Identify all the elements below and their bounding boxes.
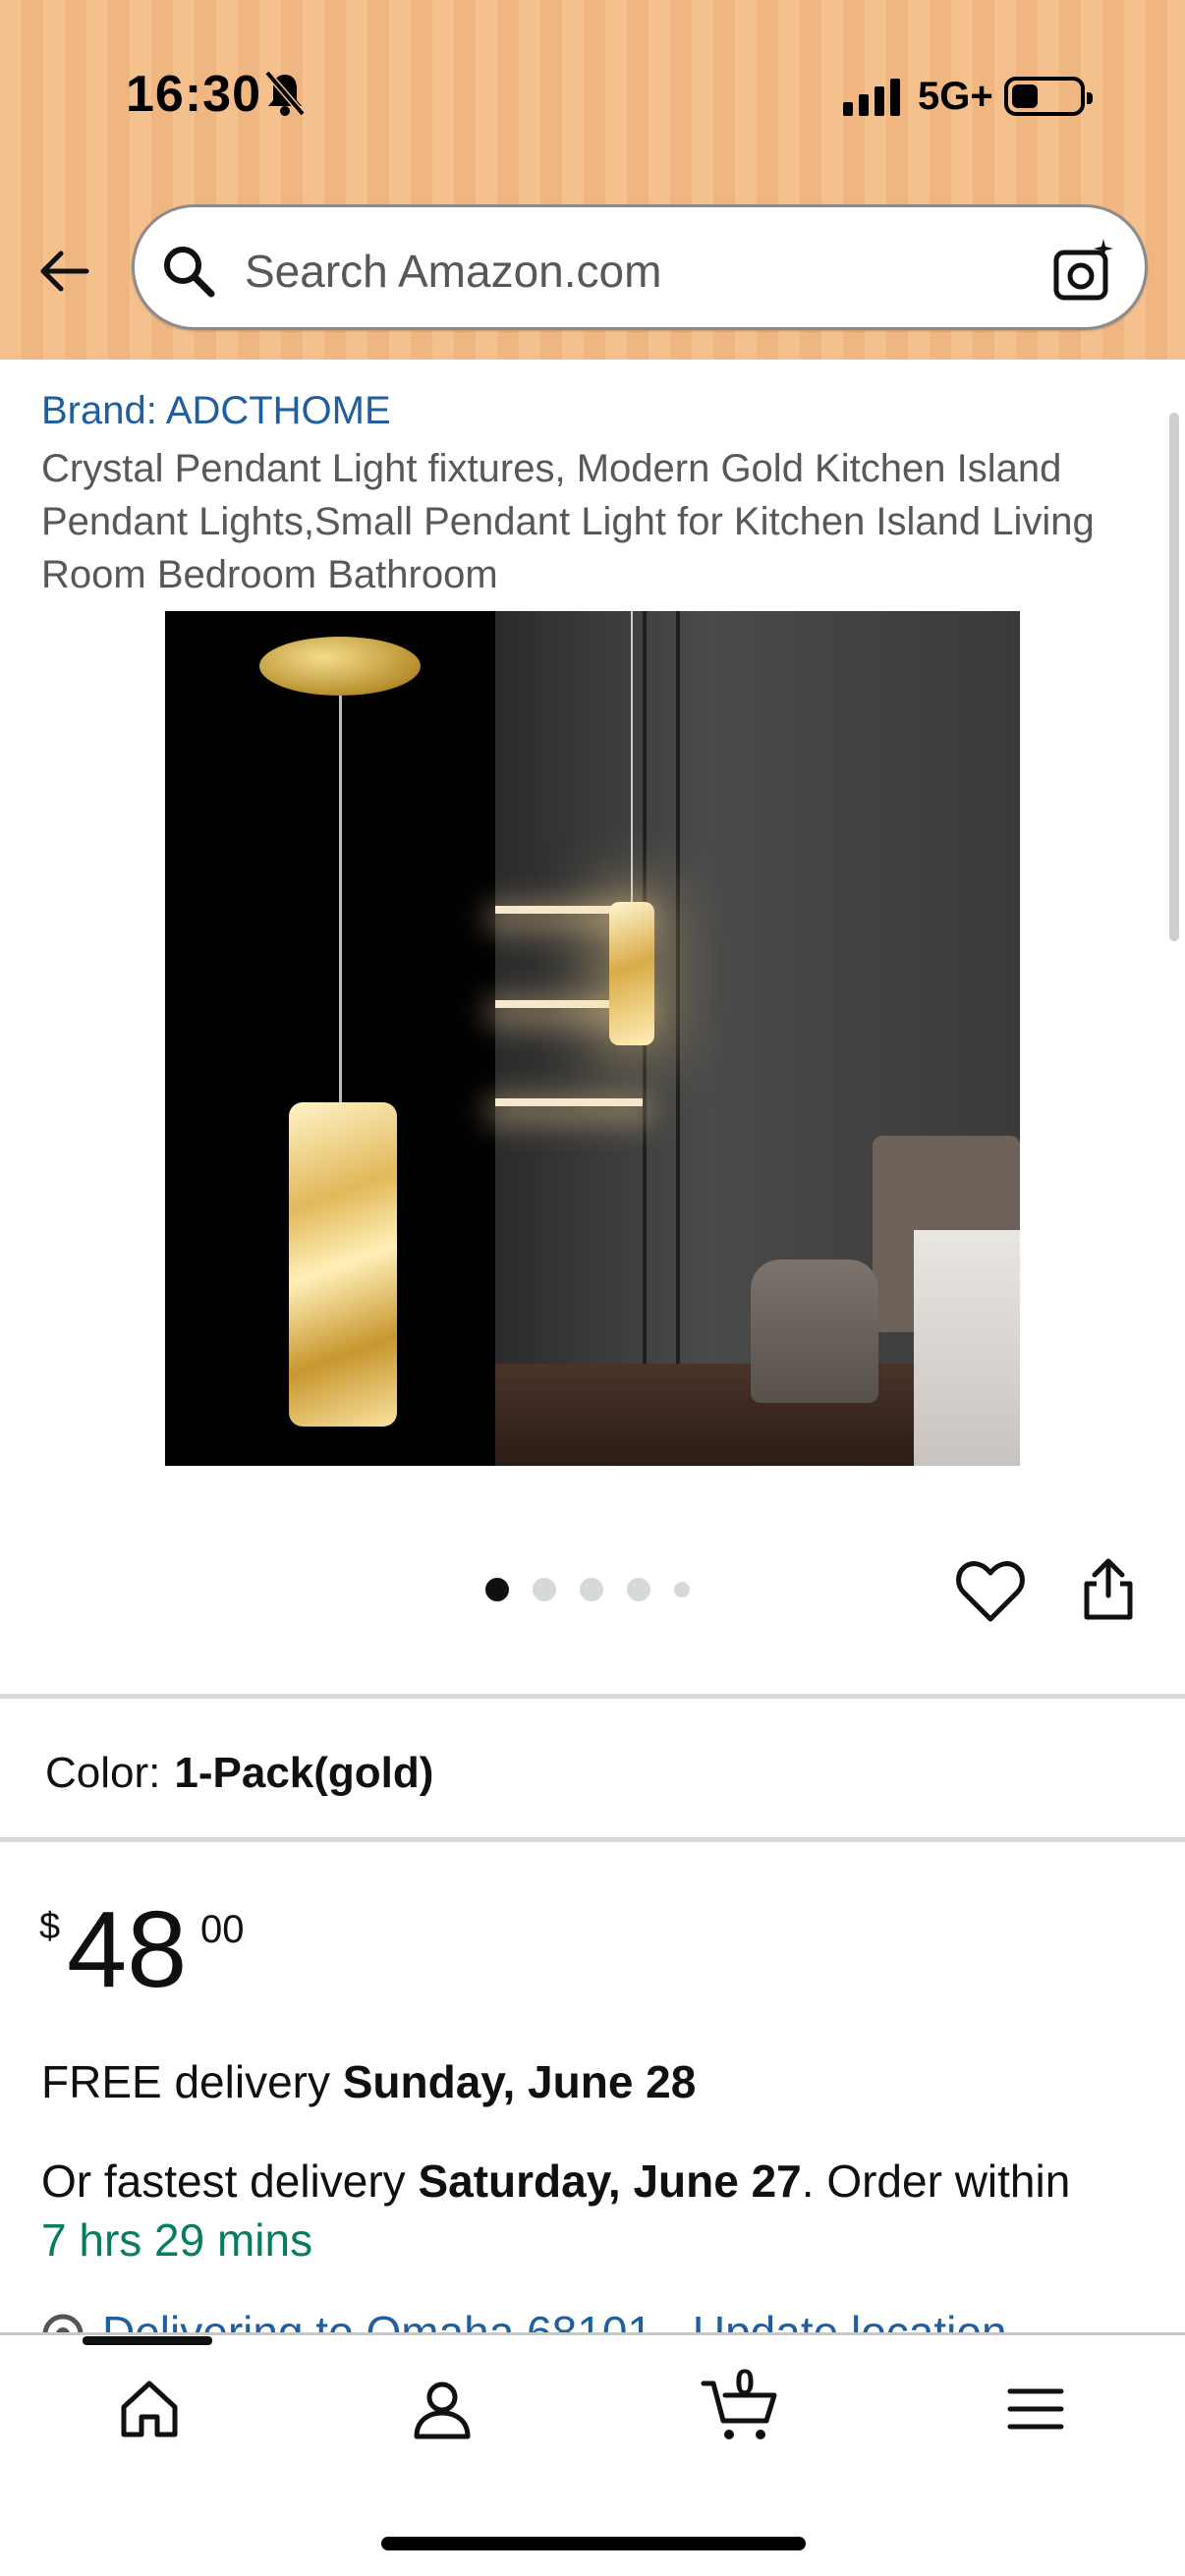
carousel-dot[interactable]	[674, 1582, 690, 1597]
nav-active-indicator	[83, 2336, 212, 2345]
heart-icon[interactable]	[955, 1558, 1026, 1625]
camera-search-icon[interactable]	[1050, 237, 1117, 304]
color-label: Color:	[45, 1749, 161, 1797]
image-carousel-dots[interactable]	[485, 1578, 690, 1601]
status-time: 16:30	[126, 66, 261, 123]
signal-icon	[843, 73, 900, 116]
divider	[0, 1694, 1185, 1699]
account-icon[interactable]	[407, 2374, 478, 2444]
home-icon[interactable]	[114, 2374, 185, 2444]
lamp-canopy	[259, 637, 421, 696]
fastest-delivery-date: Saturday, June 27	[418, 2156, 802, 2207]
back-arrow-icon[interactable]	[35, 242, 94, 301]
carousel-dot[interactable]	[485, 1578, 509, 1601]
order-countdown: 7 hrs 29 mins	[41, 2214, 313, 2266]
price-whole: 48	[67, 1889, 188, 2010]
free-delivery-date: Sunday, June 28	[342, 2056, 697, 2107]
carousel-dot[interactable]	[580, 1578, 603, 1601]
search-input[interactable]: Search Amazon.com	[245, 245, 661, 298]
delivery-location-link[interactable]: Delivering to Omaha 68101 - Update locat…	[41, 2303, 1142, 2332]
location-pin-icon	[42, 2314, 84, 2332]
menu-icon[interactable]	[1000, 2374, 1071, 2444]
silent-bell-icon	[264, 70, 306, 117]
battery-icon	[1004, 77, 1093, 116]
share-icon[interactable]	[1079, 1556, 1138, 1621]
product-image[interactable]	[165, 611, 1020, 1466]
search-icon	[164, 247, 215, 298]
network-type: 5G+	[918, 75, 993, 118]
scrollbar[interactable]	[1169, 413, 1179, 941]
search-bar[interactable]: Search Amazon.com	[132, 204, 1148, 330]
brand-link[interactable]: Brand: ADCTHOME	[41, 389, 391, 433]
lamp-crystal	[289, 1102, 397, 1427]
product-title: Crystal Pendant Light fixtures, Modern G…	[41, 447, 1095, 596]
cart-count: 0	[735, 2362, 756, 2402]
price-fraction: 00	[200, 1908, 245, 1951]
delivery-location-text[interactable]: Delivering to Omaha 68101 - Update locat…	[102, 2307, 1007, 2332]
color-value: 1-Pack(gold)	[174, 1749, 434, 1797]
app-header: 16:30 5G+ Search Amazon.com	[0, 0, 1185, 360]
fastest-delivery: Or fastest delivery Saturday, June 27. O…	[41, 2156, 1071, 2266]
product-page: 16:30 5G+ Search Amazon.com Brand: ADCTH…	[0, 0, 1185, 2576]
free-delivery: FREE delivery Sunday, June 28	[41, 2056, 697, 2107]
carousel-dot[interactable]	[627, 1578, 650, 1601]
home-indicator[interactable]	[381, 2537, 806, 2550]
divider	[0, 1837, 1185, 1842]
price-currency: $	[39, 1906, 61, 1947]
color-selector[interactable]: Color: 1-Pack(gold)	[45, 1749, 433, 1798]
carousel-dot[interactable]	[533, 1578, 556, 1601]
